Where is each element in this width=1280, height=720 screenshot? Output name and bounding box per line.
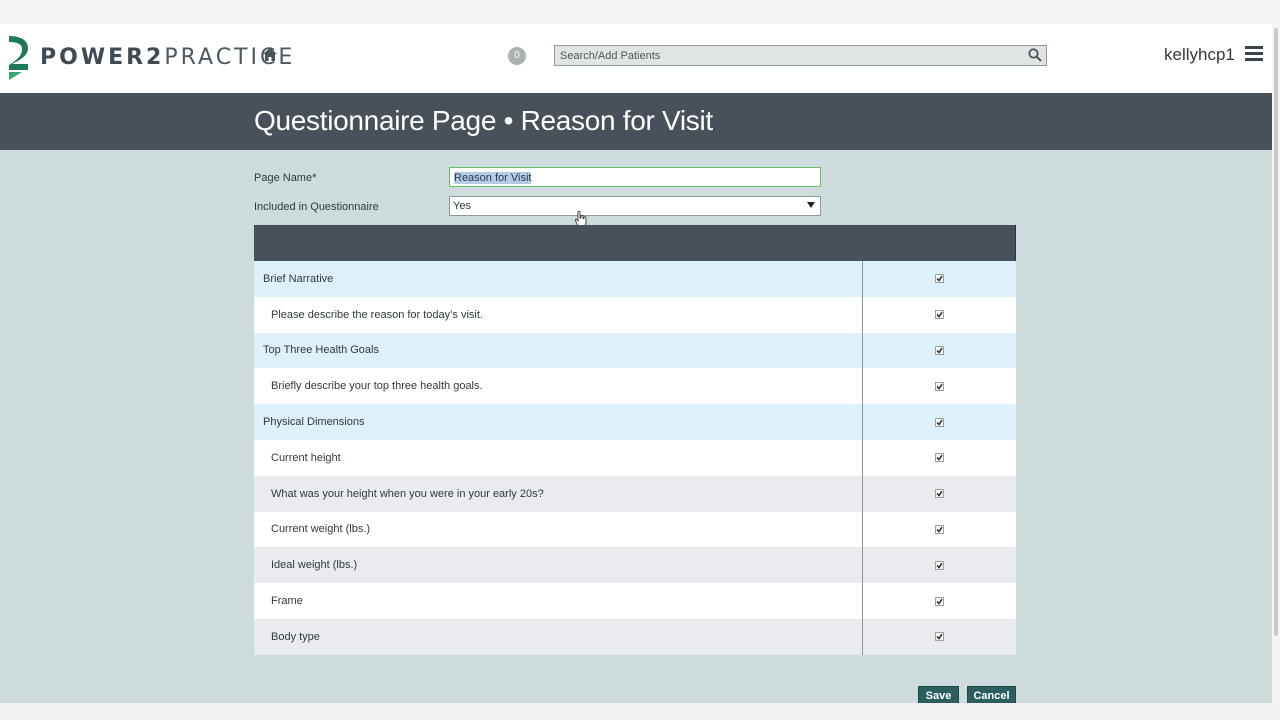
checkmark-icon	[936, 634, 943, 640]
page-title-bar: Questionnaire Page • Reason for Visit	[0, 93, 1272, 150]
checkmark-icon	[936, 276, 943, 282]
table-body: Brief Narrative Please describe the reaso…	[254, 261, 1016, 655]
page-name-label: Page Name*	[254, 172, 317, 184]
page-title: Questionnaire Page • Reason for Visit	[254, 105, 713, 136]
include-cell	[863, 297, 1016, 333]
question-label: Brief Narrative	[254, 261, 863, 297]
include-cell	[863, 261, 1016, 297]
include-checkbox[interactable]	[935, 560, 944, 570]
page-scrollbar[interactable]	[1272, 24, 1280, 704]
include-checkbox[interactable]	[935, 489, 944, 499]
questions-table: Brief Narrative Please describe the reaso…	[254, 225, 1016, 655]
included-in-questionnaire-label: Included in Questionnaire	[254, 201, 379, 213]
search-input[interactable]	[555, 46, 1015, 66]
question-label: Current weight (lbs.)	[254, 511, 863, 548]
question-label: Briefly describe your top three health g…	[254, 368, 863, 405]
browser-bottom-strip	[0, 703, 1280, 720]
include-checkbox[interactable]	[935, 345, 944, 355]
table-row-group[interactable]: Physical Dimensions	[254, 404, 1016, 440]
table-row[interactable]: Please describe the reason for today’s v…	[254, 296, 1016, 333]
browser-top-strip	[0, 0, 1280, 24]
table-row[interactable]: What was your height when you were in yo…	[254, 475, 1016, 512]
chevron-down-icon	[807, 202, 815, 208]
checkmark-icon	[936, 598, 943, 605]
page-name-field[interactable]: Reason for Visit	[449, 167, 821, 187]
include-cell	[863, 404, 1016, 440]
power2practice-logo-icon	[9, 36, 28, 80]
table-row[interactable]: Frame	[254, 583, 1016, 619]
include-cell	[863, 547, 1016, 583]
username-label[interactable]: kellyhcp1	[1164, 45, 1235, 65]
include-checkbox[interactable]	[935, 524, 944, 534]
question-label: What was your height when you were in yo…	[254, 475, 863, 512]
table-row[interactable]: Briefly describe your top three health g…	[254, 368, 1016, 405]
included-select-value: Yes	[453, 200, 471, 212]
question-label: Body type	[254, 618, 863, 655]
checkmark-icon	[936, 526, 943, 533]
include-checkbox[interactable]	[935, 596, 944, 606]
table-row[interactable]: Current weight (lbs.)	[254, 511, 1016, 548]
include-cell	[863, 619, 1016, 655]
table-row-group[interactable]: Top Three Health Goals	[254, 332, 1016, 369]
question-label: Ideal weight (lbs.)	[254, 547, 863, 584]
app-header: POWER2PRACTICE 0 kellyhcp1	[0, 24, 1272, 93]
table-header	[254, 225, 1016, 261]
checkmark-icon	[936, 455, 943, 461]
include-cell	[863, 476, 1016, 512]
brand-name: POWER2PRACTICE	[40, 45, 295, 70]
patient-search	[554, 45, 1047, 66]
question-label: Frame	[254, 583, 863, 619]
checkmark-icon	[936, 419, 943, 426]
table-row[interactable]: Ideal weight (lbs.)	[254, 547, 1016, 584]
include-checkbox[interactable]	[935, 453, 944, 463]
include-checkbox[interactable]	[935, 274, 944, 284]
checkmark-icon	[936, 383, 943, 390]
include-checkbox[interactable]	[935, 417, 944, 427]
question-label: Physical Dimensions	[254, 404, 863, 440]
include-checkbox[interactable]	[935, 310, 944, 320]
include-cell	[863, 583, 1016, 619]
notification-badge[interactable]: 0	[508, 47, 526, 65]
include-cell	[863, 333, 1016, 369]
checkmark-icon	[936, 490, 943, 497]
brand-name-bold: POWER2	[40, 44, 165, 70]
search-icon[interactable]	[1028, 48, 1042, 62]
question-label: Please describe the reason for today’s v…	[254, 296, 863, 333]
include-cell	[863, 512, 1016, 548]
question-label: Current height	[254, 439, 863, 476]
table-row-group[interactable]: Brief Narrative	[254, 261, 1016, 297]
include-checkbox[interactable]	[935, 632, 944, 642]
page-name-value: Reason for Visit	[454, 172, 532, 184]
checkmark-icon	[936, 311, 943, 318]
table-row[interactable]: Body type	[254, 618, 1016, 655]
checkmark-icon	[936, 562, 943, 569]
include-cell	[863, 368, 1016, 404]
hamburger-menu-icon[interactable]	[1245, 46, 1263, 61]
home-icon[interactable]	[263, 48, 277, 61]
table-row[interactable]: Current height	[254, 439, 1016, 476]
scrollbar-thumb[interactable]	[1274, 28, 1278, 636]
include-cell	[863, 440, 1016, 476]
include-checkbox[interactable]	[935, 381, 944, 391]
checkmark-icon	[936, 347, 943, 354]
question-label: Top Three Health Goals	[254, 332, 863, 369]
brand-logo[interactable]: POWER2PRACTICE	[6, 34, 295, 80]
included-in-questionnaire-select[interactable]: Yes	[449, 196, 821, 216]
